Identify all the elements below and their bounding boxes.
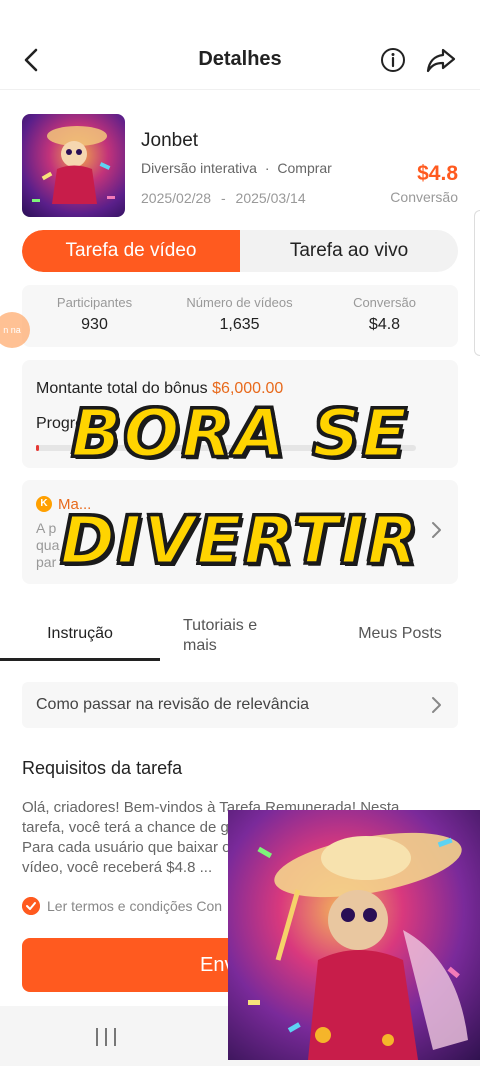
- overlay-caption-line1: BORA SE: [70, 394, 409, 474]
- stat-participants: Participantes 930: [22, 295, 167, 334]
- app-thumbnail[interactable]: [22, 114, 125, 217]
- app-summary: Jonbet Diversão interativa · Comprar 202…: [22, 114, 458, 218]
- pip-video-overlay[interactable]: [228, 810, 480, 1060]
- stat-videos: Número de vídeos 1,635: [167, 295, 312, 334]
- overlay-caption-line2: DIVERTIR: [59, 501, 420, 581]
- tab-live-task[interactable]: Tarefa ao vivo: [240, 230, 458, 272]
- end-date: 2025/03/14: [235, 190, 306, 206]
- stat-label: Número de vídeos: [186, 295, 293, 310]
- app-name: Jonbet: [141, 130, 199, 151]
- page-title: Detalhes: [198, 48, 282, 70]
- task-type-toggle: Tarefa de vídeo Tarefa ao vivo: [22, 230, 458, 272]
- stat-label: Participantes: [56, 295, 133, 310]
- share-icon[interactable]: [426, 46, 456, 74]
- conversion-price: $4.8: [417, 162, 458, 185]
- stat-value: 930: [81, 316, 108, 333]
- side-drawer-handle[interactable]: [474, 210, 480, 356]
- stat-label: Conversão: [353, 295, 416, 310]
- tab-tutorials-line2: mais: [183, 637, 217, 654]
- stat-value: $4.8: [368, 316, 401, 333]
- app-meta: Diversão interativa · Comprar: [141, 160, 332, 176]
- app-category: Diversão interativa: [141, 160, 257, 176]
- tab-instructions[interactable]: Instrução: [0, 606, 160, 662]
- meta-separator: ·: [264, 160, 270, 176]
- tab-tutorials-line1: Tutoriais e: [183, 617, 258, 634]
- relevance-review-link[interactable]: Como passar na revisão de relevância: [22, 682, 458, 728]
- conversion-price-label: Conversão: [390, 189, 458, 205]
- content-tabs: Instrução Tutoriais e mais Meus Posts: [0, 606, 480, 662]
- date-separator: -: [220, 190, 226, 206]
- active-tab-indicator: [0, 658, 160, 661]
- info-icon[interactable]: [380, 47, 406, 73]
- chevron-right-icon: [432, 697, 441, 713]
- terms-label: Ler termos e condições Con: [47, 898, 223, 914]
- stat-conversion: Conversão $4.8: [312, 295, 457, 334]
- recents-icon[interactable]: [92, 1026, 120, 1048]
- start-date: 2025/02/28: [141, 190, 212, 206]
- tab-my-posts[interactable]: Meus Posts: [320, 606, 480, 662]
- app-action: Comprar: [277, 160, 332, 176]
- stats-panel: Participantes 930 Número de vídeos 1,635…: [22, 285, 458, 347]
- check-icon[interactable]: [22, 897, 40, 915]
- requirements-title: Requisitos da tarefa: [22, 758, 183, 778]
- campaign-dates: 2025/02/28 - 2025/03/14: [141, 190, 306, 206]
- tab-video-task[interactable]: Tarefa de vídeo: [22, 230, 240, 272]
- relevance-link-label: Como passar na revisão de relevância: [36, 696, 310, 713]
- tab-tutorials[interactable]: Tutoriais e mais: [160, 606, 310, 662]
- stat-value: 1,635: [219, 316, 260, 333]
- top-app-bar: Detalhes: [0, 30, 480, 90]
